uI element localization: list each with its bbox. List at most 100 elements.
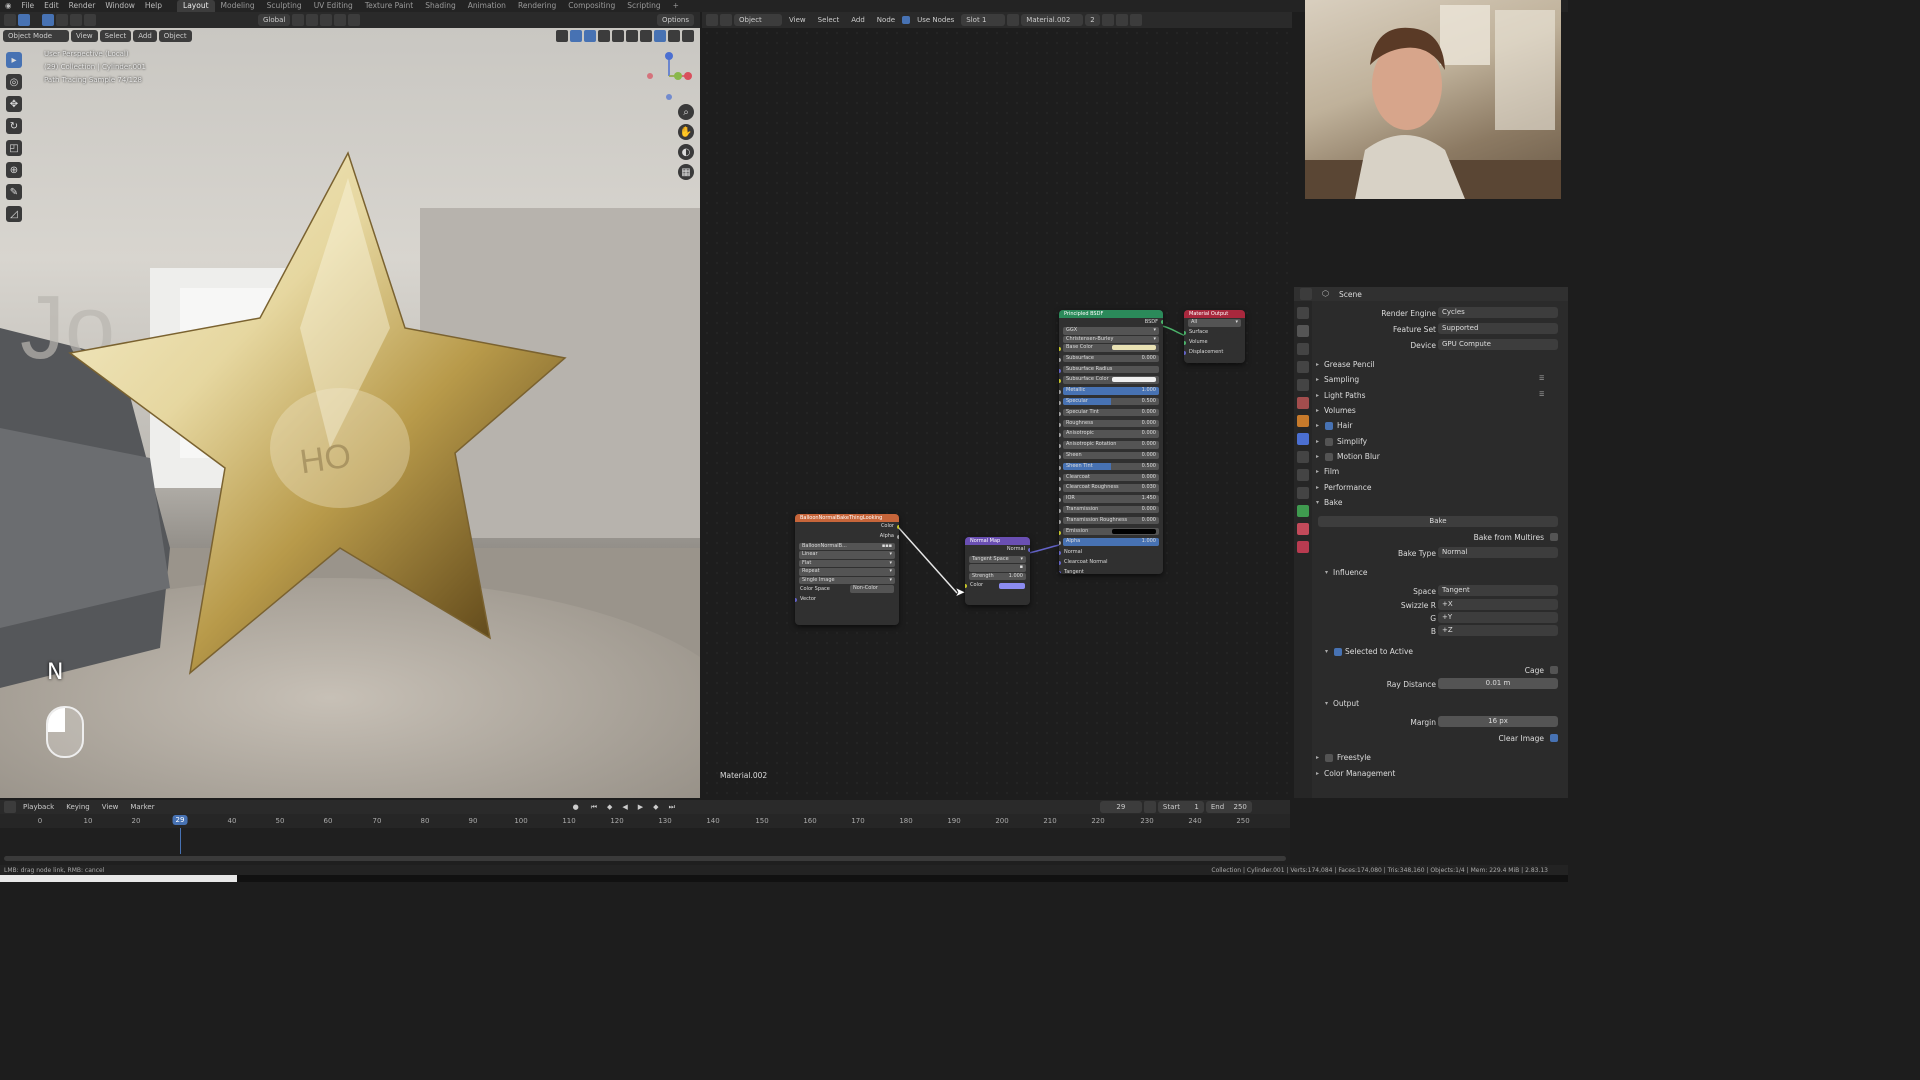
feature-set-dropdown[interactable]: Supported	[1438, 323, 1558, 334]
bsdf-title[interactable]: Principled BSDF	[1059, 310, 1163, 318]
render-tab-icon[interactable]	[1297, 325, 1309, 337]
input-socket-icon[interactable]	[1059, 541, 1061, 546]
scale-tool-icon[interactable]: ◰	[6, 140, 22, 156]
material-output-title[interactable]: Material Output	[1184, 310, 1245, 318]
bsdf-input-row[interactable]: Roughness 0.000	[1059, 419, 1163, 430]
input-socket-icon[interactable]	[1059, 465, 1061, 470]
viewport-menu-object[interactable]: Object	[158, 30, 192, 42]
bsdf-input-row[interactable]: Tangent	[1059, 568, 1163, 574]
fake-user-icon[interactable]	[1101, 14, 1114, 26]
source-dropdown[interactable]: Single Image ▾	[799, 576, 895, 585]
gizmo-toggle-icon[interactable]	[570, 30, 582, 42]
bsdf-input-row[interactable]: Metallic 1.000	[1059, 387, 1163, 397]
material-tab-icon[interactable]	[1297, 523, 1309, 535]
normal-space-dropdown[interactable]: Tangent Space ▾	[969, 555, 1026, 564]
shader-node-editor[interactable]: BalloonNormalBakeThingLooking Color Alph…	[702, 28, 1292, 798]
physics-tab-icon[interactable]	[1297, 469, 1309, 481]
workspace-tab-animation[interactable]: Animation	[462, 0, 512, 12]
blender-logo-icon[interactable]: ◉	[0, 0, 17, 12]
simplify-expand-icon[interactable]: ▸	[1316, 438, 1319, 445]
pivot-icon[interactable]	[292, 14, 305, 26]
bsdf-input-row[interactable]: Transmission Roughness 0.000	[1059, 516, 1163, 527]
shading-rendered-icon[interactable]	[654, 30, 666, 42]
input-socket-icon[interactable]	[1059, 498, 1061, 503]
menu-playback[interactable]: Playback	[18, 801, 59, 813]
material-users-count[interactable]: 2	[1085, 14, 1100, 26]
input-socket-icon[interactable]	[1059, 454, 1061, 459]
uv-map-field[interactable]: ▪	[969, 564, 1026, 572]
panel-sampling[interactable]: Sampling	[1324, 375, 1359, 384]
bsdf-input-row[interactable]: Subsurface 0.000	[1059, 354, 1163, 365]
panel-film[interactable]: Film	[1324, 467, 1339, 476]
volumes-expand-icon[interactable]: ▸	[1316, 407, 1319, 414]
colorspace-row[interactable]: Color Space Non-Color	[795, 585, 899, 595]
hair-checkbox[interactable]	[1325, 422, 1333, 430]
subpanel-output[interactable]: Output	[1333, 699, 1359, 708]
input-socket-icon[interactable]	[1059, 487, 1061, 492]
shader-type-icon[interactable]	[720, 14, 732, 26]
viewport-menu-view[interactable]: View	[71, 30, 98, 42]
annotate-tool-icon[interactable]: ✎	[6, 184, 22, 200]
mode-set-icon[interactable]	[42, 14, 54, 26]
material-name-field[interactable]: Material.002	[1021, 14, 1084, 26]
shading-material-icon[interactable]	[640, 30, 652, 42]
render-engine-dropdown[interactable]: Cycles	[1438, 307, 1558, 318]
bsdf-input-row[interactable]: Emission	[1059, 527, 1163, 538]
bsdf-input-row[interactable]: Clearcoat Roughness 0.030	[1059, 484, 1163, 494]
image-output-alpha[interactable]: Alpha	[795, 532, 899, 542]
input-socket-icon[interactable]	[1059, 368, 1061, 373]
input-socket-icon[interactable]	[1059, 570, 1061, 574]
image-texture-node[interactable]: BalloonNormalBakeThingLooking Color Alph…	[795, 514, 899, 625]
axis-x-icon[interactable]	[684, 72, 692, 80]
taskbar-active-window[interactable]	[0, 875, 237, 882]
modifier-tab-icon[interactable]	[1297, 433, 1309, 445]
bake-type-dropdown[interactable]: Normal	[1438, 547, 1558, 558]
bsdf-input-row[interactable]: Transmission 0.000	[1059, 505, 1163, 516]
input-socket-icon[interactable]	[1059, 411, 1061, 416]
bsdf-input-row[interactable]: Subsurface Radius	[1059, 365, 1163, 376]
editor-type-icon[interactable]	[706, 14, 718, 26]
measure-tool-icon[interactable]: ◿	[6, 206, 22, 222]
normal-map-title[interactable]: Normal Map	[965, 537, 1030, 545]
node-menu-select[interactable]: Select	[813, 14, 845, 26]
workspace-tab-rendering[interactable]: Rendering	[512, 0, 562, 12]
transform-tool-icon[interactable]: ⊕	[6, 162, 22, 178]
menu-help[interactable]: Help	[140, 0, 167, 12]
light-paths-expand-icon[interactable]: ▸	[1316, 392, 1319, 399]
zoom-icon[interactable]: ⌕	[678, 104, 694, 120]
axis-y-icon[interactable]	[674, 72, 682, 80]
workspace-tab-shading[interactable]: Shading	[419, 0, 461, 12]
freestyle-expand-icon[interactable]: ▸	[1316, 754, 1319, 761]
film-expand-icon[interactable]: ▸	[1316, 468, 1319, 475]
color-management-expand-icon[interactable]: ▸	[1316, 770, 1319, 777]
pin-icon[interactable]	[1144, 14, 1156, 26]
panel-volumes[interactable]: Volumes	[1324, 406, 1356, 415]
menu-render[interactable]: Render	[64, 0, 101, 12]
move-tool-icon[interactable]: ✥	[6, 96, 22, 112]
output-input-displacement[interactable]: Displacement	[1184, 348, 1245, 358]
bsdf-input-row[interactable]: Normal	[1059, 548, 1163, 558]
menu-view[interactable]: View	[97, 801, 124, 813]
object-tab-icon[interactable]	[1297, 415, 1309, 427]
image-input-vector[interactable]: Vector	[795, 595, 899, 605]
mode-subtract-icon[interactable]	[70, 14, 82, 26]
add-workspace-button[interactable]: +	[667, 0, 685, 12]
shading-solid-icon[interactable]	[626, 30, 638, 42]
axis-z-icon[interactable]	[665, 52, 673, 60]
bsdf-input-row[interactable]: Clearcoat 0.000	[1059, 473, 1163, 484]
menu-window[interactable]: Window	[100, 0, 140, 12]
input-socket-icon[interactable]	[1059, 422, 1061, 427]
menu-file[interactable]: File	[17, 0, 40, 12]
bsdf-input-row[interactable]: Sheen 0.000	[1059, 451, 1163, 462]
panel-performance[interactable]: Performance	[1324, 483, 1372, 492]
normal-map-node[interactable]: Normal Map Normal Tangent Space ▾ ▪ Stren…	[965, 537, 1030, 605]
rotate-tool-icon[interactable]: ↻	[6, 118, 22, 134]
viewport-menu-add[interactable]: Add	[133, 30, 157, 42]
extension-dropdown[interactable]: Repeat ▾	[799, 568, 895, 576]
selected-to-active-collapse-icon[interactable]: ▾	[1325, 648, 1328, 655]
image-node-title[interactable]: BalloonNormalBakeThingLooking	[795, 514, 899, 522]
editor-type-icon[interactable]	[4, 801, 16, 813]
mode-extend-icon[interactable]	[56, 14, 68, 26]
bsdf-input-row[interactable]: Sheen Tint 0.500	[1059, 462, 1163, 473]
panel-bake[interactable]: Bake	[1324, 498, 1342, 507]
